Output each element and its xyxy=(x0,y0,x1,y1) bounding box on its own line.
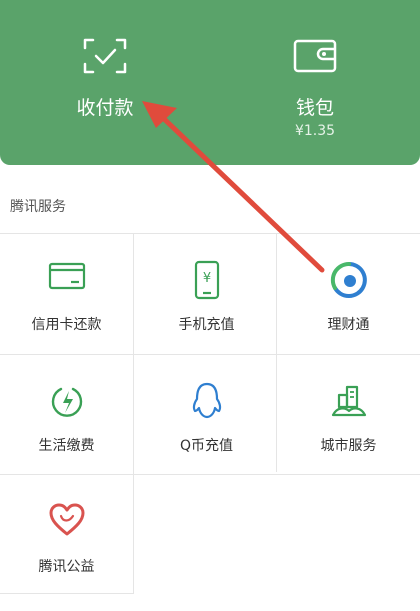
service-label: 城市服务 xyxy=(320,438,377,454)
wallet-button[interactable]: 钱包 ¥1.35 xyxy=(210,0,420,165)
divider xyxy=(133,234,134,593)
service-label: 理财通 xyxy=(327,317,370,333)
divider xyxy=(0,593,134,594)
header-panel: 收付款 钱包 ¥1.35 xyxy=(0,0,420,165)
service-label: 信用卡还款 xyxy=(31,317,102,333)
service-city[interactable]: 城市服务 xyxy=(282,355,415,473)
charity-heart-icon xyxy=(47,502,87,542)
service-label: Q币充值 xyxy=(179,438,234,454)
service-label: 生活缴费 xyxy=(38,438,95,454)
wallet-balance: ¥1.35 xyxy=(294,123,336,139)
pay-label: 收付款 xyxy=(76,97,134,119)
service-label: 腾讯公益 xyxy=(38,559,95,575)
wallet-icon xyxy=(293,38,337,78)
credit-card-icon xyxy=(47,260,87,296)
wallet-label: 钱包 xyxy=(295,97,334,119)
phone-topup-icon: ¥ xyxy=(191,260,223,304)
qq-coin-icon xyxy=(189,381,225,425)
divider xyxy=(0,354,420,355)
service-charity[interactable]: 腾讯公益 xyxy=(0,476,133,594)
service-wealth[interactable]: 理财通 xyxy=(282,234,415,352)
service-credit-card[interactable]: 信用卡还款 xyxy=(0,234,133,352)
service-phone-topup[interactable]: ¥ 手机充值 xyxy=(140,234,273,352)
pay-button[interactable]: 收付款 xyxy=(0,0,210,165)
service-qq-coin[interactable]: Q币充值 xyxy=(140,355,273,473)
city-service-icon xyxy=(329,381,369,425)
svg-text:¥: ¥ xyxy=(202,271,210,286)
service-utility[interactable]: 生活缴费 xyxy=(0,355,133,473)
section-title: 腾讯服务 xyxy=(10,199,66,215)
divider xyxy=(0,474,420,475)
wealth-icon xyxy=(329,260,369,304)
scan-pay-icon xyxy=(83,38,127,78)
service-label: 手机充值 xyxy=(178,317,235,333)
utility-payment-icon xyxy=(47,381,87,425)
divider xyxy=(276,234,277,472)
